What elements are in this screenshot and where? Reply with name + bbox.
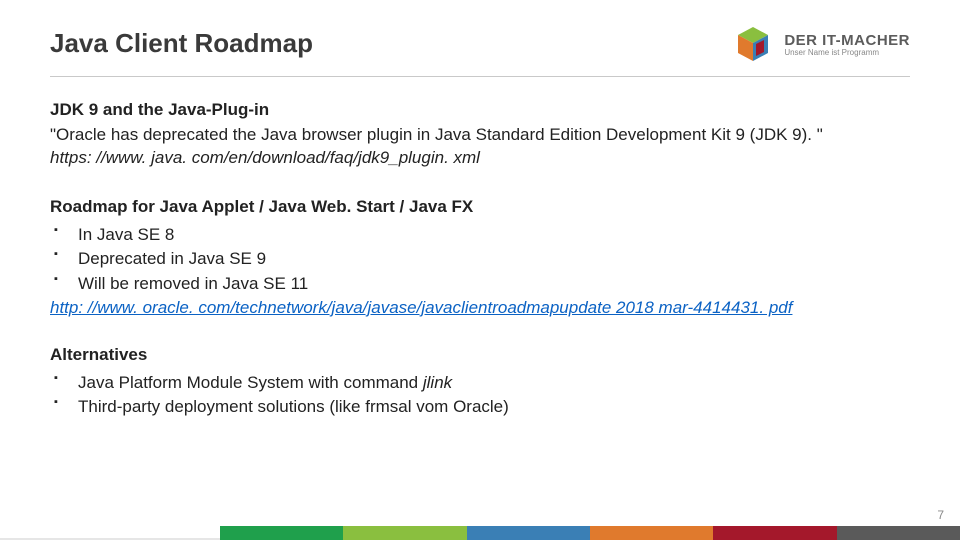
section-heading-roadmap: Roadmap for Java Applet / Java Web. Star… [50,196,910,219]
footer-segment-blue [467,526,590,540]
section-heading-jdk9: JDK 9 and the Java-Plug-in [50,99,910,122]
alt-item-prefix: Third-party deployment solutions (like f… [78,397,509,416]
brand-logo: DER IT-MACHER Unser Name ist Programm [732,24,910,66]
list-item: In Java SE 8 [50,223,910,248]
alt-item-prefix: Java Platform Module System with command [78,373,423,392]
jdk9-quote: "Oracle has deprecated the Java browser … [50,124,910,147]
list-item: Third-party deployment solutions (like f… [50,395,910,420]
footer-color-bar [0,526,960,540]
list-item: Will be removed in Java SE 11 [50,272,910,297]
brand-name: DER IT-MACHER [784,33,910,49]
slide: Java Client Roadmap DER IT-MACHER Unser … [0,0,960,540]
roadmap-pdf-link[interactable]: http: //www. oracle. com/technetwork/jav… [50,298,792,317]
list-item: Java Platform Module System with command… [50,371,910,396]
content: JDK 9 and the Java-Plug-in "Oracle has d… [50,99,910,420]
roadmap-list: In Java SE 8 Deprecated in Java SE 9 Wil… [50,223,910,297]
footer-segment-blank [0,526,220,540]
footer-segment-gray [837,526,960,540]
section-heading-alternatives: Alternatives [50,344,910,367]
footer-segment-green [220,526,343,540]
title-divider [50,76,910,77]
brand-tagline: Unser Name ist Programm [784,49,910,57]
page-number: 7 [937,508,944,522]
cube-icon [732,24,774,66]
footer-segment-red [713,526,836,540]
footer-segment-lime [343,526,466,540]
brand-text: DER IT-MACHER Unser Name ist Programm [784,33,910,57]
alternatives-list: Java Platform Module System with command… [50,371,910,420]
jdk9-source-url: https: //www. java. com/en/download/faq/… [50,147,910,170]
alt-item-em: jlink [423,373,452,392]
header: Java Client Roadmap DER IT-MACHER Unser … [50,28,910,66]
list-item: Deprecated in Java SE 9 [50,247,910,272]
page-title: Java Client Roadmap [50,28,313,59]
footer-segment-orange [590,526,713,540]
